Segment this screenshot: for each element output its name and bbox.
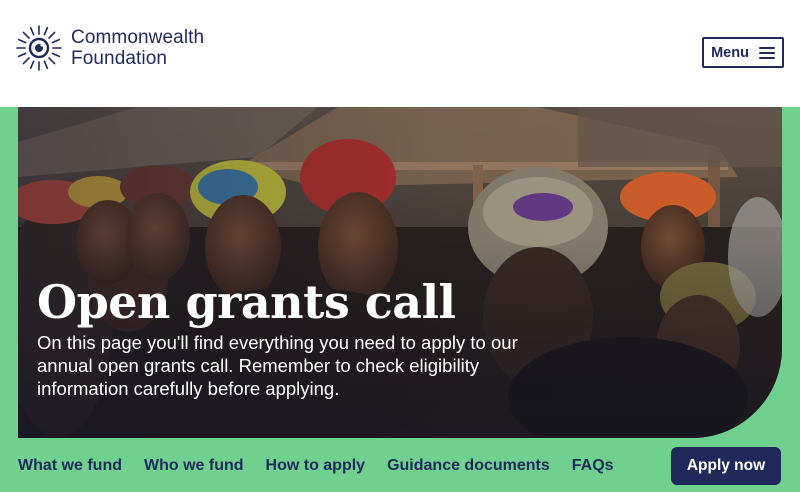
nav-link-what-we-fund[interactable]: What we fund: [18, 454, 122, 478]
logo-text-line1: Commonwealth: [71, 27, 205, 48]
nav-link-who-we-fund[interactable]: Who we fund: [144, 454, 244, 478]
site-header: Commonwealth Foundation Menu: [0, 0, 800, 107]
section-nav: What we fund Who we fund How to apply Gu…: [18, 454, 636, 478]
logo-text-line2: Foundation: [71, 48, 168, 69]
nav-link-how-to-apply[interactable]: How to apply: [266, 454, 366, 478]
hero-description: On this page you'll find everything you …: [37, 332, 518, 399]
logo[interactable]: Commonwealth Foundation: [15, 24, 204, 72]
nav-link-guidance-documents[interactable]: Guidance documents: [387, 454, 550, 478]
apply-now-button[interactable]: Apply now: [671, 447, 781, 485]
menu-button-label: Menu: [711, 44, 749, 61]
page-title: Open grants call: [37, 275, 456, 329]
logo-text: Commonwealth Foundation: [71, 27, 204, 69]
nav-link-faqs[interactable]: FAQs: [572, 454, 614, 478]
menu-button[interactable]: Menu: [702, 37, 784, 68]
sunburst-logo-icon: [16, 25, 62, 71]
hamburger-icon: [758, 46, 775, 59]
